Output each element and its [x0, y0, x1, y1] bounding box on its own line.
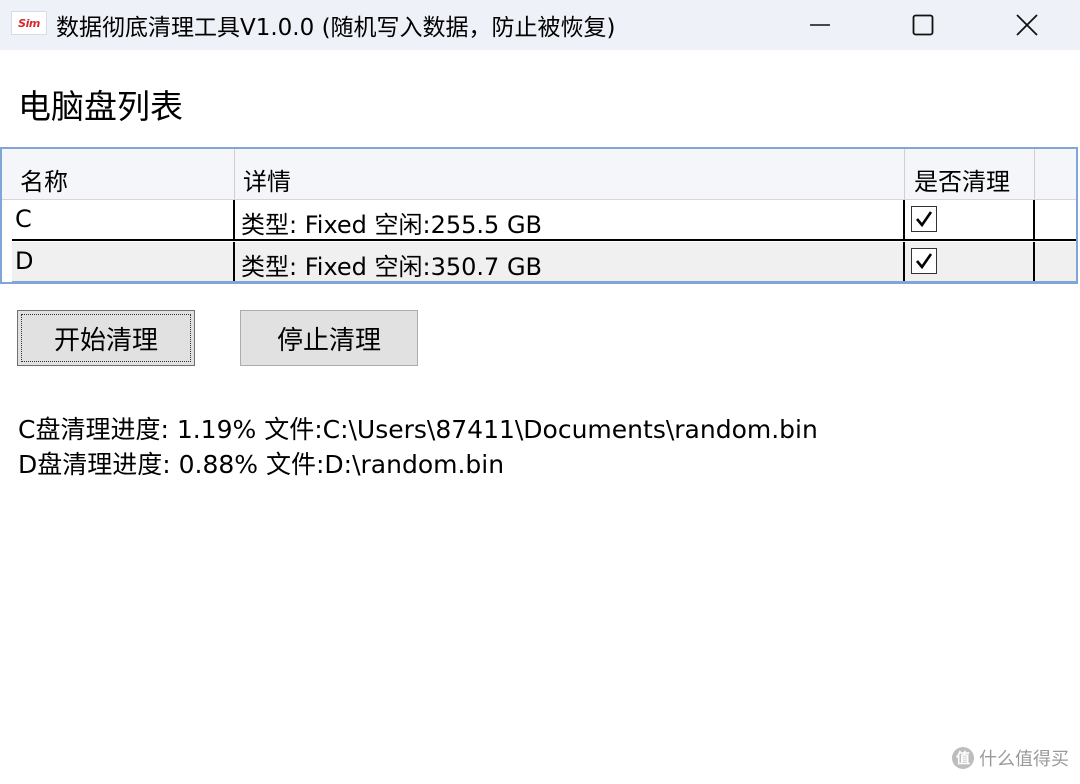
progress-text-c: C盘清理进度: 1.19% 文件:C:\Users\87411\Document… [18, 415, 818, 444]
focus-ring [21, 314, 191, 362]
stop-clean-button[interactable]: 停止清理 [240, 310, 418, 366]
app-window: Sim 数据彻底清理工具V1.0.0 (随机写入数据，防止被恢复) 电脑盘列表 … [0, 0, 1080, 784]
checkmark-icon [916, 253, 933, 270]
column-header-filler [1035, 149, 1076, 200]
column-header-name[interactable]: 名称 [12, 149, 235, 200]
column-header-detail[interactable]: 详情 [235, 149, 905, 200]
app-logo-text: Sim [18, 16, 40, 30]
window-title: 数据彻底清理工具V1.0.0 (随机写入数据，防止被恢复) [56, 15, 616, 41]
drive-clean-cell[interactable] [905, 200, 1035, 239]
app-logo-icon: Sim [11, 11, 47, 35]
minimize-icon [810, 24, 830, 26]
clean-checkbox[interactable] [911, 248, 937, 274]
table-header: 名称 详情 是否清理 [2, 149, 1076, 200]
table-row[interactable]: D 类型: Fixed 空闲:350.7 GB [12, 242, 1076, 283]
title-bar[interactable]: Sim 数据彻底清理工具V1.0.0 (随机写入数据，防止被恢复) [0, 0, 1080, 50]
maximize-icon [912, 14, 934, 36]
start-clean-button[interactable]: 开始清理 [17, 310, 195, 366]
close-icon [1016, 14, 1038, 36]
checkmark-icon [916, 211, 933, 228]
watermark: 值 什么值得买 [952, 745, 1069, 771]
drive-table[interactable]: 名称 详情 是否清理 C 类型: Fixed 空闲:255.5 GB D 类型:… [0, 147, 1078, 284]
row-filler [1035, 242, 1076, 281]
table-row[interactable]: C 类型: Fixed 空闲:255.5 GB [12, 200, 1076, 241]
close-button[interactable] [975, 0, 1079, 50]
clean-checkbox[interactable] [911, 206, 937, 232]
drive-name-cell[interactable]: C [12, 200, 235, 239]
stop-clean-label: 停止清理 [276, 325, 381, 356]
drive-name-cell[interactable]: D [12, 242, 235, 281]
drive-detail-cell[interactable]: 类型: Fixed 空闲:255.5 GB [235, 200, 905, 239]
watermark-text: 什么值得买 [979, 749, 1069, 770]
page-title: 电脑盘列表 [18, 87, 183, 126]
column-header-clean[interactable]: 是否清理 [905, 149, 1035, 200]
watermark-badge-icon: 值 [952, 747, 974, 769]
progress-text-d: D盘清理进度: 0.88% 文件:D:\random.bin [18, 450, 505, 479]
minimize-button[interactable] [768, 0, 872, 50]
drive-clean-cell[interactable] [905, 242, 1035, 281]
maximize-button[interactable] [871, 0, 975, 50]
drive-detail-cell[interactable]: 类型: Fixed 空闲:350.7 GB [235, 242, 905, 281]
row-filler [1035, 200, 1076, 239]
